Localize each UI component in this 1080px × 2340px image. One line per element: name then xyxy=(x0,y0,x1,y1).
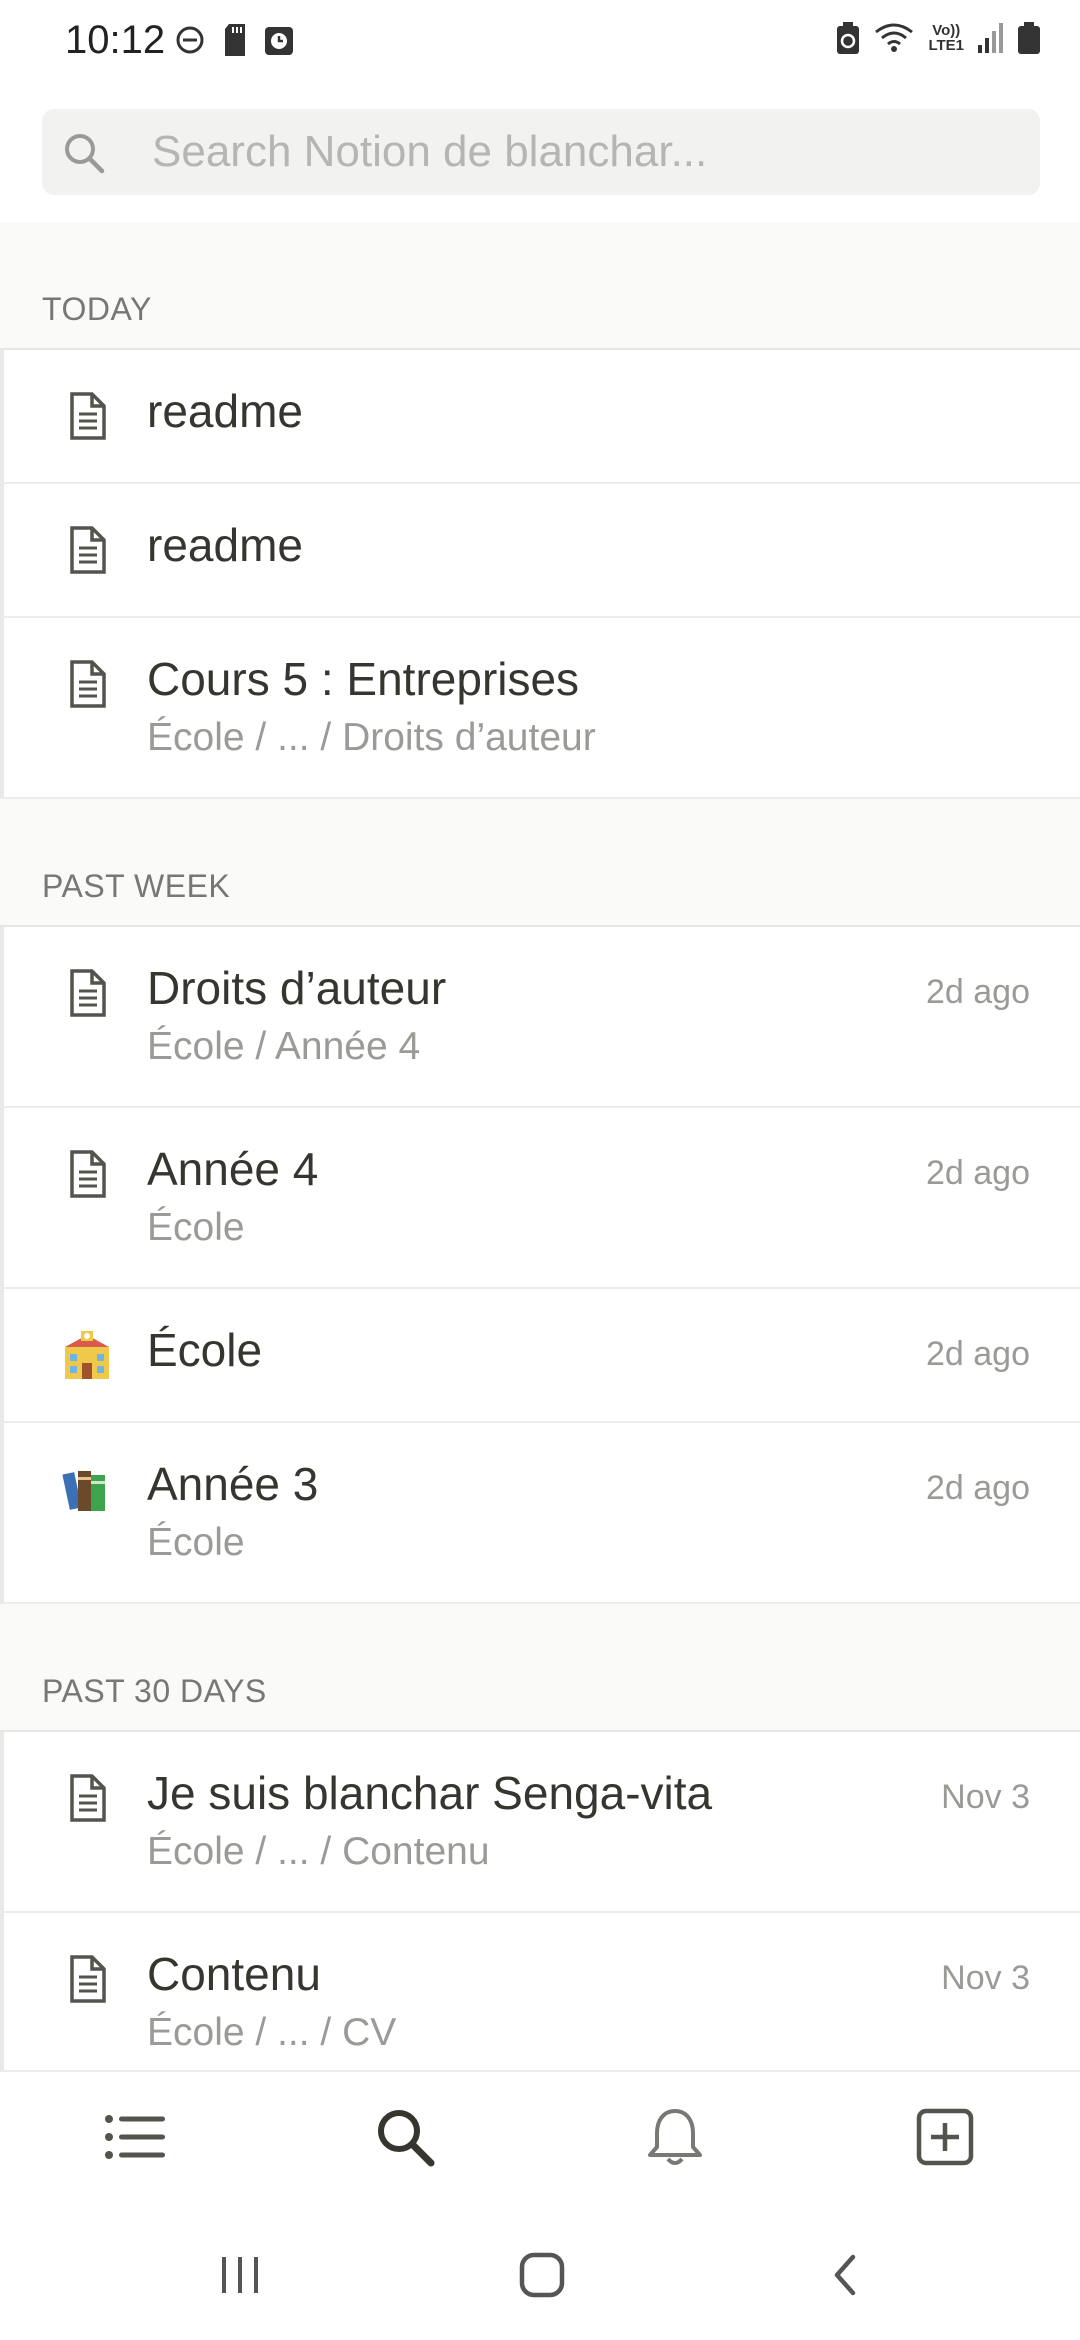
search-box[interactable] xyxy=(42,109,1040,195)
new-page-icon[interactable] xyxy=(910,2102,980,2172)
page-icon xyxy=(62,1770,112,1826)
list-item[interactable]: readme xyxy=(0,350,1080,484)
item-title: École xyxy=(147,1324,263,1376)
books-emoji-icon xyxy=(62,1461,112,1517)
battery-saver-icon xyxy=(836,22,860,54)
list-item[interactable]: Année 4 École 2d ago xyxy=(0,1108,1080,1289)
page-icon xyxy=(62,522,112,578)
status-bar: 10:12 Vo)) LTE1 xyxy=(0,0,1080,86)
item-title: Contenu xyxy=(147,1948,321,2000)
page-icon xyxy=(62,1951,112,2007)
item-title: readme xyxy=(147,519,303,571)
section-header-past-30-days: PAST 30 DAYS xyxy=(0,1604,1080,1732)
item-timestamp: Nov 3 xyxy=(941,1959,1030,1997)
search-bar-container xyxy=(0,86,1080,222)
search-results-list[interactable]: TODAY readme readme Cours 5 : Entreprise… xyxy=(0,222,1080,2070)
volte-lte-icon: Vo)) LTE1 xyxy=(928,23,964,53)
list-item[interactable]: Année 3 École 2d ago xyxy=(0,1423,1080,1604)
do-not-disturb-icon xyxy=(175,25,205,55)
system-navigation-bar xyxy=(0,2200,1080,2340)
list-item[interactable]: readme xyxy=(0,484,1080,618)
item-breadcrumb: École / ... / CV xyxy=(147,2011,397,2054)
sd-card-icon xyxy=(223,24,247,56)
back-icon[interactable] xyxy=(815,2245,875,2305)
item-breadcrumb: École / ... / Contenu xyxy=(147,1830,490,1873)
list-icon[interactable] xyxy=(100,2102,170,2172)
item-timestamp: 2d ago xyxy=(926,1335,1030,1373)
wifi-icon xyxy=(874,22,914,54)
page-icon xyxy=(62,965,112,1021)
section-title: TODAY xyxy=(42,291,152,327)
section-header-past-week: PAST WEEK xyxy=(0,799,1080,927)
item-title: Année 3 xyxy=(147,1458,319,1510)
search-icon xyxy=(60,129,108,182)
bottom-navigation xyxy=(0,2070,1080,2200)
network-label-top: Vo)) xyxy=(932,22,961,39)
item-title: Année 4 xyxy=(147,1143,319,1195)
item-timestamp: 2d ago xyxy=(926,1154,1030,1192)
list-item[interactable]: École 2d ago xyxy=(0,1289,1080,1423)
item-title: readme xyxy=(147,385,303,437)
battery-icon xyxy=(1018,22,1040,54)
item-breadcrumb: École xyxy=(147,1521,245,1564)
page-icon xyxy=(62,1146,112,1202)
list-item[interactable]: Droits d’auteur École / Année 4 2d ago xyxy=(0,927,1080,1108)
item-breadcrumb: École / Année 4 xyxy=(147,1025,421,1068)
section-header-today: TODAY xyxy=(0,222,1080,350)
list-item[interactable]: Cours 5 : Entreprises École / ... / Droi… xyxy=(0,618,1080,799)
list-item[interactable]: Je suis blanchar Senga-vita École / ... … xyxy=(0,1732,1080,1913)
signal-icon xyxy=(978,23,1004,53)
list-item[interactable]: Contenu École / ... / CV Nov 3 xyxy=(0,1913,1080,2070)
item-timestamp: 2d ago xyxy=(926,1469,1030,1507)
bell-icon[interactable] xyxy=(640,2102,710,2172)
notion-search-screen: 10:12 Vo)) LTE1 Search Notion de blancha… xyxy=(0,0,1080,2340)
item-timestamp: 2d ago xyxy=(926,973,1030,1011)
search-icon[interactable] xyxy=(370,2102,440,2172)
school-emoji-icon xyxy=(62,1327,112,1383)
page-icon xyxy=(62,656,112,712)
item-timestamp: Nov 3 xyxy=(941,1778,1030,1816)
section-title: PAST 30 DAYS xyxy=(42,1673,267,1709)
section-title: PAST WEEK xyxy=(42,868,231,904)
network-label-bottom: LTE1 xyxy=(928,37,964,54)
status-time: 10:12 xyxy=(65,18,166,62)
search-input[interactable] xyxy=(152,109,1012,195)
item-title: Je suis blanchar Senga-vita xyxy=(147,1767,713,1819)
item-title: Droits d’auteur xyxy=(147,962,447,1014)
alarm-icon xyxy=(265,25,293,55)
home-icon[interactable] xyxy=(512,2245,572,2305)
recents-icon[interactable] xyxy=(210,2245,270,2305)
item-breadcrumb: École xyxy=(147,1206,245,1249)
item-breadcrumb: École / ... / Droits d’auteur xyxy=(147,716,596,759)
page-icon xyxy=(62,388,112,444)
item-title: Cours 5 : Entreprises xyxy=(147,653,580,705)
